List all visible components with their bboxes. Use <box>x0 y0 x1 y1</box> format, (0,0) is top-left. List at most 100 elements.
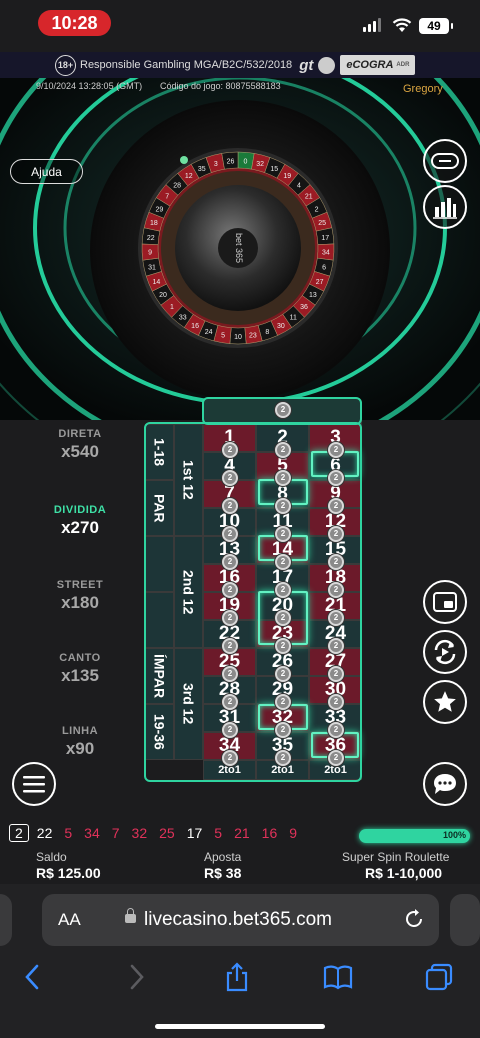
chip-value: 2 <box>227 613 233 622</box>
bet-chip[interactable]: 2 <box>275 722 291 738</box>
bet-stat: Aposta R$ 38 <box>204 850 241 881</box>
wheel-pocket-number: 34 <box>322 250 330 257</box>
outside-bet-label: 19-36 <box>151 714 168 750</box>
bet-chip[interactable]: 2 <box>222 750 238 766</box>
outside-bet[interactable]: 1-18 <box>145 424 174 480</box>
picture-in-picture-icon <box>433 592 457 612</box>
battery-icon: 49 <box>419 18 453 34</box>
chip-value: 2 <box>280 613 286 622</box>
bet-chip[interactable]: 2 <box>275 694 291 710</box>
responsible-gambling-text[interactable]: Responsible Gambling MGA/B2C/532/2018 <box>80 59 292 71</box>
chip-value: 2 <box>280 405 286 414</box>
bet-chip[interactable]: 2 <box>328 470 344 486</box>
wifi-icon <box>392 18 412 32</box>
bet-chip[interactable]: 2 <box>275 442 291 458</box>
bet-chip[interactable]: 2 <box>222 526 238 542</box>
wheel-pocket-number: 32 <box>256 161 264 168</box>
regulator-crest-icon[interactable] <box>318 56 336 74</box>
payout-label: CANTO <box>59 652 101 664</box>
age-restriction-badge[interactable]: 18+ <box>55 54 76 76</box>
history-result: 22 <box>36 825 53 841</box>
bet-chip[interactable]: 2 <box>275 526 291 542</box>
hamburger-menu-icon <box>23 776 45 793</box>
bet-chip[interactable]: 2 <box>275 610 291 626</box>
bet-chip[interactable]: 2 <box>222 582 238 598</box>
payout-value: x540 <box>61 442 99 461</box>
outside-bet[interactable]: 19-36 <box>145 704 174 760</box>
bet-chip[interactable]: 2 <box>328 442 344 458</box>
chip-value: 2 <box>280 473 286 482</box>
bet-chip[interactable]: 2 <box>275 582 291 598</box>
history-result: 9 <box>289 825 298 841</box>
bet-chip[interactable]: 2 <box>275 554 291 570</box>
wheel-pocket-number: 9 <box>148 250 152 257</box>
bet-chip[interactable]: 2 <box>275 750 291 766</box>
bet-chip[interactable]: 2 <box>328 694 344 710</box>
gamstop-logo[interactable]: gt <box>299 57 313 74</box>
ecogra-badge[interactable]: eCOGRA ADR <box>340 55 416 75</box>
bet-chip[interactable]: 2 <box>222 694 238 710</box>
bet-chip[interactable]: 2 <box>328 498 344 514</box>
history-result: 7 <box>111 825 120 841</box>
previous-tab-preview[interactable] <box>0 894 12 946</box>
wheel-pocket-number: 19 <box>283 173 291 180</box>
wheel-pocket-number: 18 <box>150 220 158 227</box>
racetrack-button[interactable] <box>423 139 467 183</box>
bet-chip[interactable]: 2 <box>222 638 238 654</box>
share-icon[interactable] <box>222 962 252 992</box>
reload-icon[interactable] <box>403 908 425 930</box>
wheel-pocket-number: 23 <box>249 333 257 340</box>
dealer-name: Gregory <box>403 83 443 95</box>
chip-value: 2 <box>333 641 339 650</box>
repeat-bet-button[interactable] <box>423 630 467 674</box>
bet-chip[interactable]: 2 <box>328 526 344 542</box>
outside-bet[interactable] <box>145 536 174 592</box>
payout-line: LINHA x90 <box>30 725 130 759</box>
address-bar[interactable]: AA livecasino.bet365.com <box>42 894 439 946</box>
bet-chip[interactable]: 2 <box>275 666 291 682</box>
statistics-button[interactable] <box>423 185 467 229</box>
next-tab-preview[interactable] <box>450 894 480 946</box>
bet-chip[interactable]: 2 <box>275 402 291 418</box>
chip-value: 2 <box>333 529 339 538</box>
help-button[interactable]: Ajuda <box>10 159 83 184</box>
bet-chip[interactable]: 2 <box>275 498 291 514</box>
outside-bet[interactable]: PAR <box>145 480 174 536</box>
bet-chip[interactable]: 2 <box>328 666 344 682</box>
tabs-icon[interactable] <box>424 962 454 992</box>
bet-chip[interactable]: 2 <box>222 470 238 486</box>
bet-chip[interactable]: 2 <box>328 610 344 626</box>
chip-value: 2 <box>333 725 339 734</box>
bet-chip[interactable]: 2 <box>222 442 238 458</box>
menu-button[interactable] <box>12 762 56 806</box>
bet-chip[interactable]: 2 <box>328 582 344 598</box>
bet-chip[interactable]: 2 <box>222 554 238 570</box>
bet-chip[interactable]: 2 <box>328 638 344 654</box>
bet-chip[interactable]: 2 <box>328 722 344 738</box>
bet-chip[interactable]: 2 <box>275 638 291 654</box>
outside-bet[interactable] <box>145 592 174 648</box>
bet-chip[interactable]: 2 <box>275 470 291 486</box>
outside-bet[interactable]: ÍMPAR <box>145 648 174 704</box>
bet-chip[interactable]: 2 <box>222 666 238 682</box>
favourite-bets-button[interactable] <box>423 680 467 724</box>
wheel-pocket-number: 28 <box>173 182 181 189</box>
bet-chip[interactable]: 2 <box>328 750 344 766</box>
url-text[interactable]: livecasino.bet365.com <box>144 909 332 931</box>
dozen-bet[interactable]: 1st 12 <box>174 424 203 536</box>
dozen-bet[interactable]: 3rd 12 <box>174 648 203 760</box>
bookmarks-icon[interactable] <box>323 962 353 992</box>
history-result: 32 <box>131 825 148 841</box>
chat-button[interactable] <box>423 762 467 806</box>
picture-in-picture-button[interactable] <box>423 580 467 624</box>
dozen-bet[interactable]: 2nd 12 <box>174 536 203 648</box>
forward-icon[interactable] <box>121 962 151 992</box>
bet-chip[interactable]: 2 <box>222 498 238 514</box>
back-icon[interactable] <box>18 962 48 992</box>
bet-chip[interactable]: 2 <box>328 554 344 570</box>
bet-chip[interactable]: 2 <box>222 722 238 738</box>
bet-chip[interactable]: 2 <box>222 610 238 626</box>
payout-value: x90 <box>65 739 95 758</box>
wheel-pocket-number: 2 <box>315 206 319 213</box>
page-settings-button[interactable]: AA <box>58 910 81 930</box>
